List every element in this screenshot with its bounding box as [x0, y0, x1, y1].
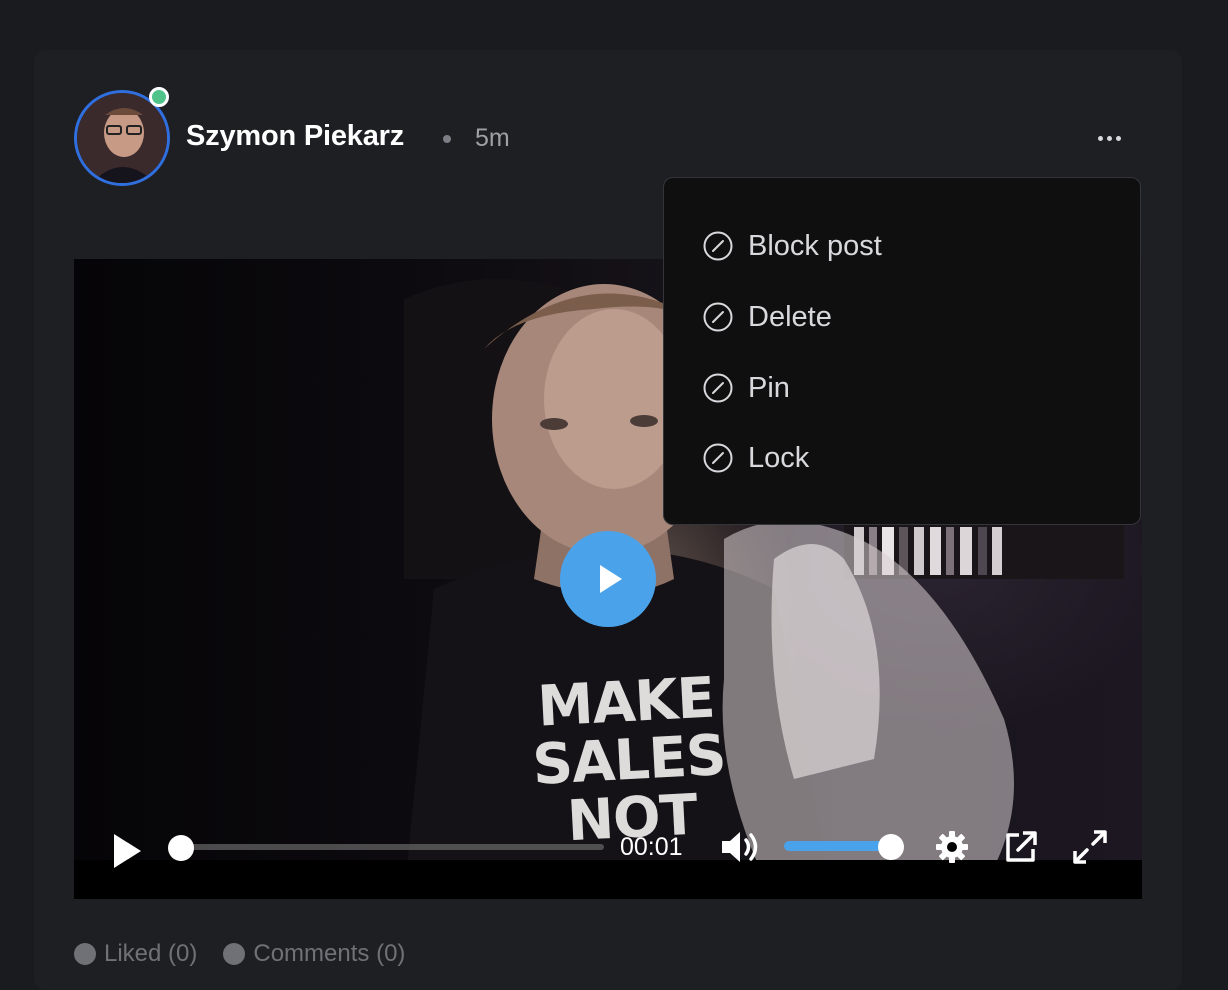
block-icon: [703, 373, 733, 403]
more-options-button[interactable]: [1090, 126, 1128, 150]
block-icon: [703, 231, 733, 261]
settings-button[interactable]: [934, 829, 970, 870]
post-timestamp: 5m: [475, 124, 510, 152]
external-link-icon: [1006, 831, 1037, 862]
comment-icon: [223, 943, 246, 965]
block-icon: [703, 443, 733, 473]
more-dot-icon: [1106, 135, 1112, 141]
menu-item-label: Pin: [748, 371, 790, 404]
thumbs-up-icon: [74, 943, 96, 965]
separator-dot: [443, 135, 451, 143]
play-button[interactable]: [110, 831, 144, 876]
menu-item-pin[interactable]: Pin: [702, 366, 1102, 410]
open-external-button[interactable]: [1003, 829, 1039, 870]
timecode: 00:01: [620, 833, 683, 861]
post-options-menu: Block post Delete Pin Lock: [663, 177, 1141, 525]
like-button[interactable]: Liked (0): [74, 940, 197, 968]
volume-button[interactable]: [720, 830, 762, 869]
fullscreen-button[interactable]: [1072, 829, 1108, 870]
menu-item-label: Block post: [748, 229, 882, 262]
video-controls: 00:01: [74, 819, 1142, 899]
volume-icon: [722, 832, 758, 862]
menu-item-delete[interactable]: Delete: [702, 295, 1102, 339]
play-icon: [600, 565, 622, 593]
author-name[interactable]: Szymon Piekarz: [186, 120, 404, 153]
fullscreen-icon: [1073, 830, 1107, 864]
menu-item-lock[interactable]: Lock: [702, 436, 1102, 480]
menu-item-label: Delete: [748, 300, 832, 333]
volume-track[interactable]: [784, 841, 892, 851]
volume-handle[interactable]: [878, 834, 904, 860]
controls-bar-background: [74, 860, 1142, 899]
menu-item-block-post[interactable]: Block post: [702, 224, 1102, 268]
progress-track[interactable]: [180, 844, 604, 850]
menu-item-label: Lock: [748, 441, 810, 474]
post-actions: Liked (0) Comments (0): [74, 940, 405, 968]
comments-label: Comments (0): [253, 940, 406, 967]
avatar-portrait: [77, 93, 167, 183]
gear-icon: [936, 831, 968, 863]
big-play-button[interactable]: [560, 531, 656, 627]
progress-handle[interactable]: [168, 835, 194, 861]
more-dot-icon: [1115, 135, 1121, 141]
block-icon: [703, 302, 733, 332]
like-label: Liked (0): [104, 940, 198, 967]
comments-button[interactable]: Comments (0): [223, 940, 405, 968]
online-status-indicator: [149, 87, 169, 107]
more-dot-icon: [1097, 135, 1103, 141]
play-icon: [114, 834, 141, 868]
